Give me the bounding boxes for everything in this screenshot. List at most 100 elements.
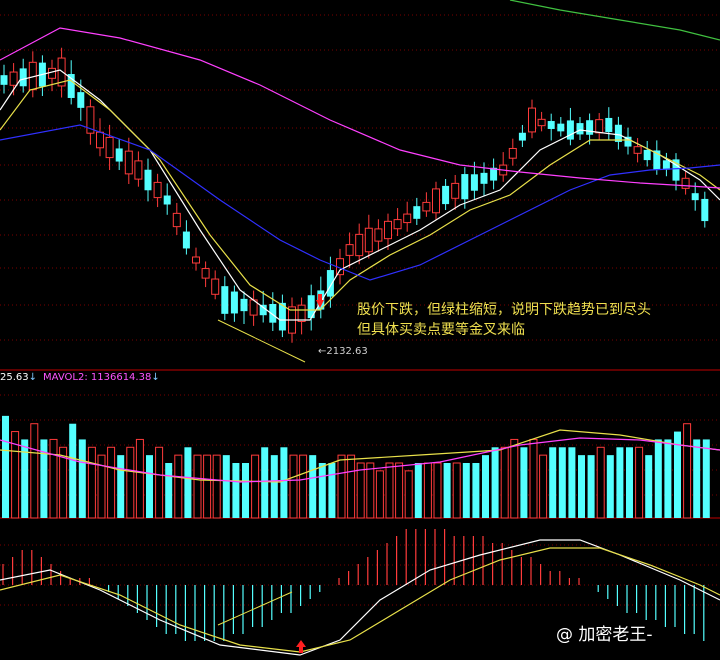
candle-body — [144, 169, 152, 191]
volume-bar — [423, 462, 432, 519]
volume-bar — [683, 423, 692, 519]
candle-body — [240, 298, 248, 312]
volume-bar — [222, 455, 230, 518]
volume-bar — [184, 447, 192, 518]
candle-body — [451, 182, 460, 199]
candle-body — [77, 92, 85, 108]
annotation-line-1: 股价下跌，但绿柱缩短，说明下跌趋势已到尽头 — [357, 302, 651, 318]
volume-bar — [299, 454, 308, 519]
volume-bar — [356, 462, 365, 519]
volume-bar — [2, 415, 9, 518]
volume-bar — [270, 455, 278, 518]
volume-bar — [606, 455, 614, 518]
candle-body — [643, 149, 651, 161]
candle-body — [374, 228, 383, 242]
volume-bar — [309, 455, 317, 518]
volume-bar — [472, 463, 480, 518]
candle-body — [96, 131, 104, 149]
candle-body — [595, 119, 604, 134]
candle-body — [153, 181, 162, 199]
volume-bar — [414, 463, 422, 518]
volume-bar — [578, 455, 585, 518]
candle-body — [566, 120, 574, 140]
annotation-line-2: 但具体买卖点要等金叉来临 — [357, 322, 525, 338]
candle-body — [211, 278, 220, 295]
candle-body — [557, 123, 565, 132]
candle-body — [528, 107, 536, 133]
candle-body — [480, 172, 488, 184]
volume-bar — [165, 463, 173, 518]
candle-body — [221, 286, 229, 314]
candle-body — [297, 304, 306, 323]
candle-body — [605, 117, 613, 133]
candle-body — [403, 213, 412, 224]
volume-bar — [135, 438, 144, 519]
volume-bar — [21, 439, 29, 518]
candle-body — [422, 201, 431, 212]
stock-chart-screen: 股价下跌，但绿柱缩短，说明下跌趋势已到尽头 但具体买卖点要等金叉来临 ←2132… — [0, 0, 720, 660]
candle-body — [633, 146, 642, 154]
volume-bar — [146, 455, 153, 518]
mavol2-value: MAVOL2: 1136614.38 — [43, 372, 152, 383]
volume-bar — [251, 454, 260, 519]
volume-bar — [366, 462, 375, 519]
volume-bar — [693, 439, 701, 518]
volume-bar — [654, 439, 662, 518]
volume-bar — [280, 447, 288, 518]
candle-body — [393, 219, 402, 230]
candle-body — [537, 118, 546, 127]
volume-bar — [568, 447, 576, 518]
candle-body — [470, 174, 478, 191]
volume-header: 25.63↓ MAVOL2: 1136614.38↓ — [0, 372, 160, 383]
volume-bar — [635, 446, 644, 519]
candle-body — [691, 193, 699, 201]
volume-bar — [549, 447, 557, 518]
volume-bar — [482, 455, 489, 518]
candle-body — [508, 147, 517, 159]
volume-bar — [616, 447, 624, 518]
volume-bar — [664, 439, 672, 518]
volume-bar — [318, 463, 326, 518]
volume-bar — [203, 454, 212, 519]
volume-bar — [117, 455, 125, 518]
candle-body — [364, 227, 373, 253]
volume-bar — [539, 454, 548, 519]
volume-bar — [404, 470, 413, 519]
ma5-line — [0, 69, 720, 321]
candle-body — [201, 268, 210, 279]
volume-bar — [395, 462, 404, 519]
volume-bar — [261, 447, 269, 518]
watermark-text: @ 加密老王- — [556, 625, 653, 645]
candle-body — [163, 195, 171, 205]
candle-body — [432, 188, 440, 214]
candle-body — [662, 160, 670, 170]
candle-body — [182, 231, 190, 249]
volume-value: 25.63 — [0, 372, 29, 383]
candle-body — [413, 206, 421, 219]
volume-bar — [49, 438, 58, 519]
volume-bar — [69, 423, 77, 518]
candle-body — [9, 71, 18, 86]
volume-bar — [433, 462, 442, 519]
candle-body — [326, 270, 334, 297]
candle-body — [586, 120, 594, 135]
volume-bar — [645, 455, 653, 518]
volume-bar — [462, 463, 470, 518]
volume-bar — [587, 455, 595, 518]
candle-body — [259, 304, 267, 316]
candle-body — [518, 132, 526, 141]
volume-bar — [212, 454, 221, 519]
candle-body — [384, 220, 392, 240]
volume-bar — [337, 454, 346, 519]
volume-bar — [510, 438, 519, 519]
down-arrow-icon: ↓ — [28, 372, 38, 383]
volume-bar — [347, 454, 356, 519]
candle-body — [0, 75, 8, 85]
volume-bar — [520, 447, 528, 518]
candle-body — [355, 233, 364, 257]
volume-bar — [702, 439, 710, 518]
candle-body — [124, 150, 133, 175]
volume-bar — [443, 463, 451, 518]
volume-bar — [232, 463, 240, 518]
volume-bar — [87, 446, 96, 519]
